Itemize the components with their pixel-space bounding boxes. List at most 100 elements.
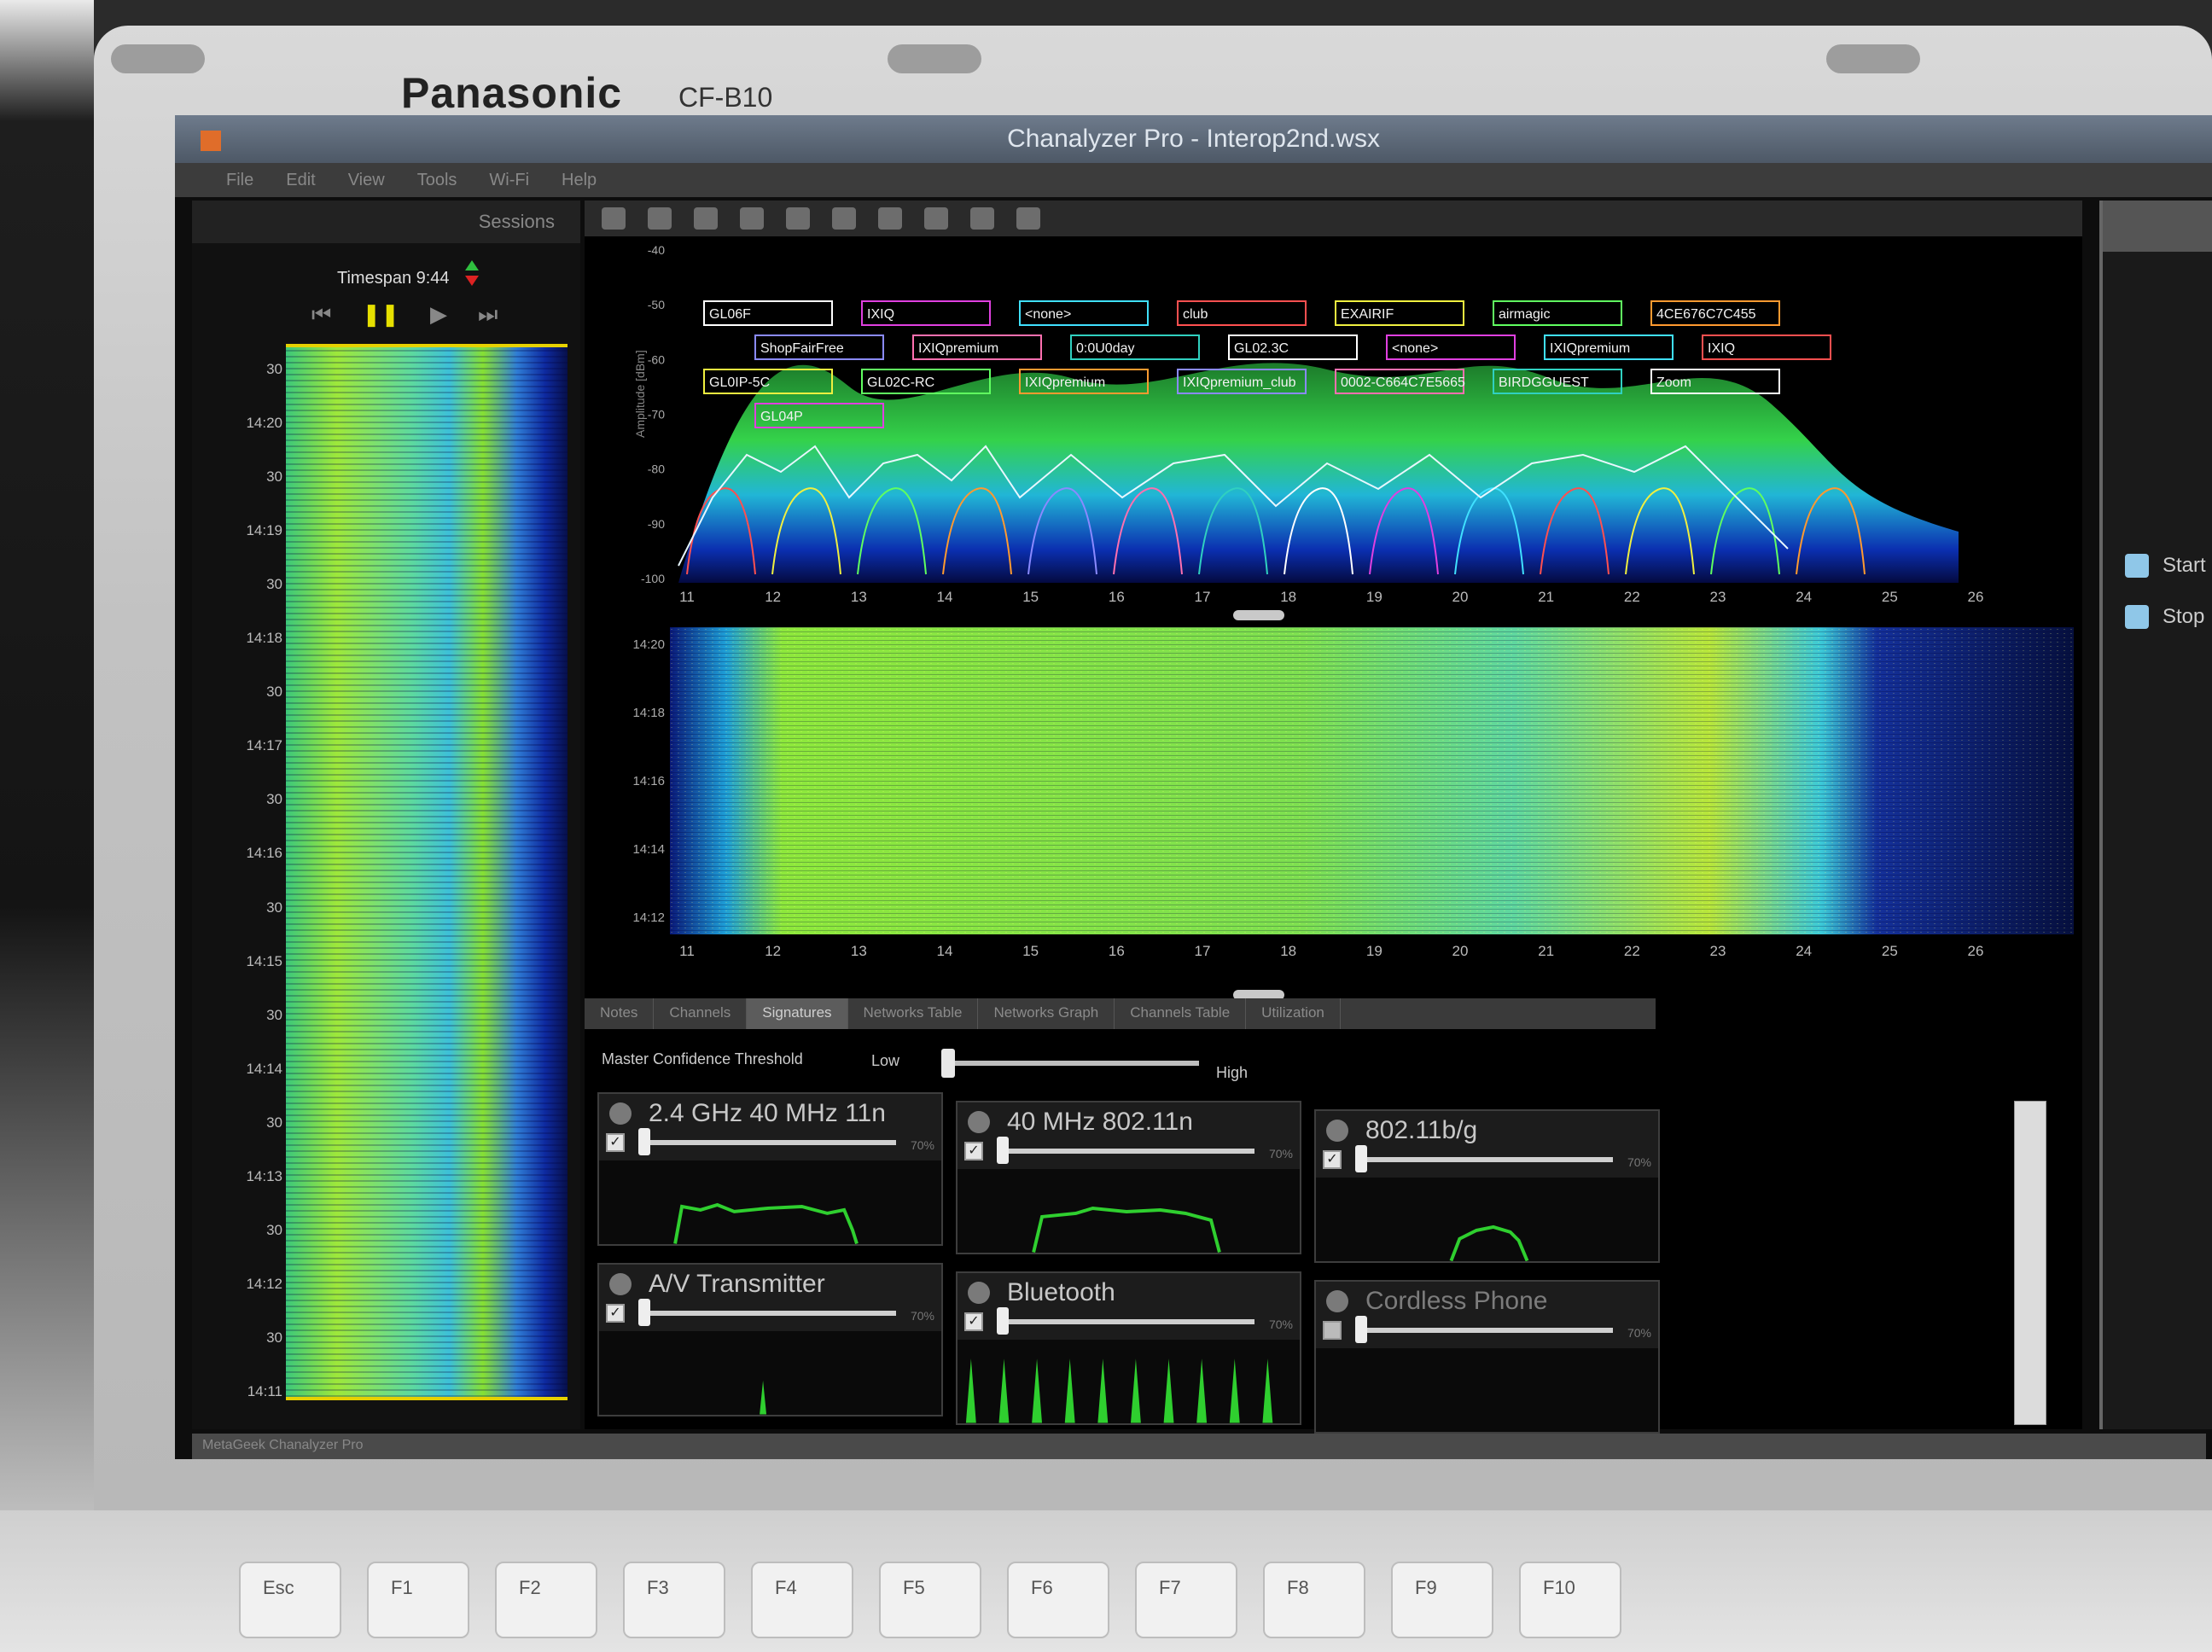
splitter-handle[interactable]: [1233, 610, 1284, 620]
signature-checkbox[interactable]: ✓: [606, 1304, 625, 1323]
keyboard-key[interactable]: F7: [1135, 1562, 1237, 1638]
width-icon[interactable]: [924, 207, 948, 230]
bluetooth-spike: [998, 1358, 1010, 1423]
signature-header: 802.11b/g ✓ 70%: [1316, 1111, 1658, 1178]
bluetooth-spike: [965, 1358, 976, 1423]
signature-checkbox[interactable]: ✓: [1323, 1150, 1342, 1169]
playback-controls: ⏮ ❚❚ ▶ ⏭: [311, 301, 498, 329]
density-view-graph[interactable]: -40 -50 -60 -70 -80 -90 -100 Amplitude [dBm] G…: [627, 241, 2074, 608]
antenna-icon: [609, 1273, 632, 1295]
waterfall-view-graph[interactable]: 14:20 14:18 14:16 14:14 14:12 11 12 13 14 15 16 17…: [627, 627, 2074, 969]
signature-checkbox[interactable]: ✓: [606, 1133, 625, 1152]
threshold-slider-track[interactable]: [943, 1061, 1199, 1066]
channel-tick-label: 26: [1968, 589, 1984, 605]
signature-slider-track[interactable]: [640, 1140, 896, 1145]
signature-header: A/V Transmitter ✓ 70%: [599, 1265, 941, 1331]
rewind-icon[interactable]: ⏮: [311, 301, 331, 329]
menu-help[interactable]: Help: [562, 171, 597, 190]
start-icon: [2125, 554, 2149, 578]
signature-checkbox[interactable]: [1323, 1321, 1342, 1340]
stop-button[interactable]: Stop: [2125, 602, 2212, 636]
cloud-icon[interactable]: [740, 207, 764, 230]
keyboard-key[interactable]: F4: [751, 1562, 853, 1638]
network-ssid-label: <none>: [1025, 307, 1071, 322]
signature-scrollbar[interactable]: [2014, 1101, 2046, 1425]
signature-checkbox[interactable]: ✓: [964, 1312, 983, 1331]
network-ssid-label: Zoom: [1656, 375, 1691, 390]
pause-button[interactable]: ❚❚: [362, 301, 399, 329]
right-panel-tab[interactable]: [2103, 201, 2212, 252]
menu-view[interactable]: View: [348, 171, 385, 190]
channel-tick-label: 15: [1022, 589, 1039, 605]
select-tool-icon[interactable]: [602, 207, 626, 230]
signature-slider-track[interactable]: [640, 1311, 896, 1316]
time-tick-label: 14:18: [632, 706, 665, 720]
statusbar: MetaGeek Chanalyzer Pro: [192, 1434, 2206, 1459]
keyboard-key[interactable]: F6: [1007, 1562, 1109, 1638]
menu-edit[interactable]: Edit: [286, 171, 315, 190]
channel-tick-label: 23: [1710, 589, 1726, 605]
tab-channels[interactable]: Channels: [654, 998, 748, 1029]
time-tick-label: 14:16: [246, 845, 282, 862]
time-tick-label: 30: [266, 361, 282, 377]
keyboard-key[interactable]: F9: [1391, 1562, 1493, 1638]
zoom-out-arrow-icon[interactable]: [465, 276, 479, 286]
bluetooth-spike: [1229, 1358, 1240, 1423]
signature-slider-handle[interactable]: [997, 1137, 1009, 1164]
signature-slider-track[interactable]: [1357, 1157, 1613, 1162]
time-tick-label: 14:17: [246, 737, 282, 754]
signature-slider-track[interactable]: [1357, 1328, 1613, 1333]
start-button[interactable]: Start: [2125, 550, 2212, 585]
signature-slider-track[interactable]: [998, 1149, 1254, 1154]
signature-title: 802.11b/g: [1365, 1116, 1478, 1144]
tab-utilization[interactable]: Utilization: [1246, 998, 1341, 1029]
fast-forward-icon[interactable]: ⏭: [478, 301, 498, 329]
signature-header: Bluetooth ✓ 70%: [958, 1273, 1300, 1340]
bluetooth-spike: [1163, 1358, 1174, 1423]
signature-slider-handle[interactable]: [997, 1307, 1009, 1335]
wifi-icon[interactable]: [878, 207, 902, 230]
tab-networks-table[interactable]: Networks Table: [848, 998, 979, 1029]
channel-tick-label: 11: [679, 943, 695, 959]
keyboard-key[interactable]: F1: [367, 1562, 469, 1638]
channel-tick-label: 25: [1882, 589, 1898, 605]
channel-tick-label: 22: [1624, 589, 1640, 605]
signature-header: 2.4 GHz 40 MHz 11n ✓ 70%: [599, 1094, 941, 1160]
network-ssid-label: <none>: [1392, 341, 1438, 356]
zoom-in-arrow-icon[interactable]: [465, 260, 479, 270]
layers-icon[interactable]: [786, 207, 810, 230]
signature-slider-track[interactable]: [998, 1319, 1254, 1324]
channel-tick-label: 14: [937, 589, 953, 605]
keyboard-key[interactable]: F8: [1263, 1562, 1365, 1638]
keyboard-key[interactable]: F2: [495, 1562, 597, 1638]
keyboard-key[interactable]: F10: [1519, 1562, 1621, 1638]
filter-icon[interactable]: [694, 207, 718, 230]
signature-slider-handle[interactable]: [1355, 1145, 1367, 1172]
menu-wifi[interactable]: Wi-Fi: [489, 171, 529, 190]
keyboard-key[interactable]: Esc: [239, 1562, 341, 1638]
threshold-slider-handle[interactable]: [941, 1049, 955, 1078]
signature-checkbox[interactable]: ✓: [964, 1142, 983, 1160]
signature-percent: 70%: [1627, 1155, 1651, 1169]
comment-icon[interactable]: [1016, 207, 1040, 230]
signature-slider-handle[interactable]: [638, 1128, 650, 1155]
tab-networks-graph[interactable]: Networks Graph: [978, 998, 1115, 1029]
percent-icon[interactable]: [832, 207, 856, 230]
frame-icon[interactable]: [970, 207, 994, 230]
waterfall-texture: [670, 627, 2074, 934]
menu-file[interactable]: File: [226, 171, 253, 190]
tab-channels-table[interactable]: Channels Table: [1115, 998, 1247, 1029]
signature-slider-handle[interactable]: [1355, 1316, 1367, 1343]
menu-tools[interactable]: Tools: [417, 171, 457, 190]
keyboard-key[interactable]: F5: [879, 1562, 981, 1638]
signature-slider-handle[interactable]: [638, 1299, 650, 1326]
y-tick-label: -60: [648, 352, 665, 366]
tab-sessions[interactable]: Sessions: [479, 211, 555, 233]
keyboard-key[interactable]: F3: [623, 1562, 725, 1638]
y-tick-label: -40: [648, 243, 665, 257]
navigation-waterfall[interactable]: [286, 344, 568, 1400]
tab-signatures[interactable]: Signatures: [747, 998, 848, 1029]
play-icon[interactable]: ▶: [430, 301, 447, 329]
tab-notes[interactable]: Notes: [585, 998, 655, 1029]
hourglass-icon[interactable]: [648, 207, 672, 230]
